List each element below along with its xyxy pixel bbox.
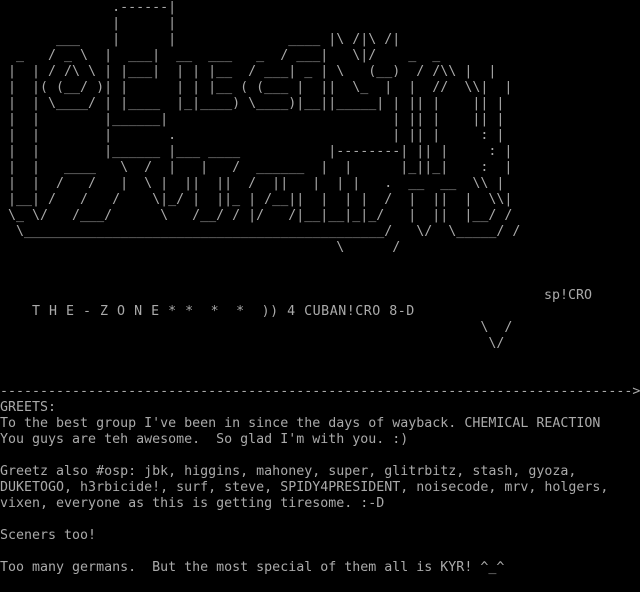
ascii-logo-art: .------| | | ___ | | ____ |\ /|\ /| _ / …: [8, 0, 521, 255]
text-line: [0, 544, 608, 560]
text-line: You guys are teh awesome. So glad I'm wi…: [0, 432, 409, 447]
text-line: [0, 512, 608, 528]
artist-signature: sp!CRO: [544, 288, 593, 303]
text-line: Sceners too!: [0, 528, 97, 543]
ansi-art-screen: .------| | | ___ | | ____ |\ /|\ /| _ / …: [0, 0, 640, 592]
text-line: [0, 448, 608, 464]
text-line: DUKETOGO, h3rbicide!, surf, steve, SPIDY…: [0, 480, 609, 495]
text-line: To the best group I've been in since the…: [0, 416, 601, 431]
logo-subtitle: T H E - Z O N E * * * * )) 4 CUBAN!CRO 8…: [32, 304, 415, 319]
text-line: vixen, everyone as this is getting tires…: [0, 496, 385, 511]
text-line: Greetz also #osp: jbk, higgins, mahoney,…: [0, 464, 577, 479]
text-line: GREETS:: [0, 400, 57, 415]
divider-arrow: ----------------------------------------…: [0, 384, 640, 399]
text-line: Too many germans. But the most special o…: [0, 560, 505, 575]
logo-arrow-tip: \ / \/: [480, 320, 513, 351]
greets-text: GREETS: To the best group I've been in si…: [0, 400, 608, 576]
